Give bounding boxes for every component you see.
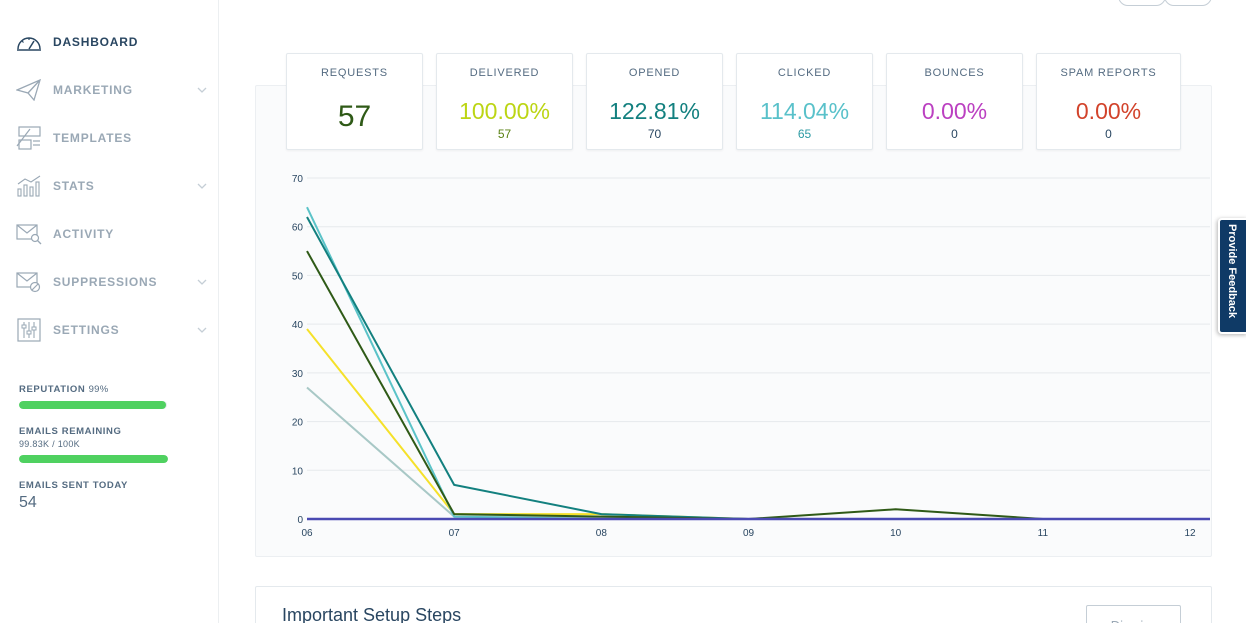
x-tick-label: 09 xyxy=(743,528,755,539)
provide-feedback-label: Provide Feedback xyxy=(1226,224,1238,319)
nav-item-templates[interactable]: TEMPLATES xyxy=(0,114,219,162)
stat-percentage: 0.00% xyxy=(921,98,988,124)
nav-label-settings: SETTINGS xyxy=(53,323,120,337)
series-line xyxy=(306,206,1190,520)
stat-card-clicked[interactable]: CLICKED 114.04% 65 xyxy=(736,53,873,150)
stat-card-opened[interactable]: OPENED 122.81% 70 xyxy=(586,53,723,150)
reputation-progress-bar xyxy=(19,401,167,409)
stat-value: 57 xyxy=(337,100,372,133)
reputation-progress-fill xyxy=(19,401,166,409)
header-toggle-button[interactable] xyxy=(1164,0,1212,6)
stat-card-spam-reports[interactable]: SPAM REPORTS 0.00% 0 xyxy=(1036,53,1181,150)
stat-percentage: 122.81% xyxy=(609,98,700,124)
emails-remaining-progress-bar xyxy=(19,455,168,463)
x-tick-label: 07 xyxy=(449,528,461,539)
chevron-down-icon[interactable] xyxy=(197,325,207,335)
y-tick-label: 20 xyxy=(292,418,304,429)
stat-percentage: 0.00% xyxy=(1075,98,1142,124)
series-line xyxy=(306,386,1190,520)
chevron-down-icon[interactable] xyxy=(197,85,207,95)
activity-search-icon xyxy=(16,222,42,246)
series-line xyxy=(306,216,1190,520)
emails-remaining-label: EMAILS REMAINING xyxy=(19,426,122,437)
y-tick-label: 50 xyxy=(292,271,304,282)
nav-label-activity: ACTIVITY xyxy=(53,227,115,241)
stats-chart-icon xyxy=(16,174,42,198)
chevron-down-icon[interactable] xyxy=(197,277,207,287)
nav-label-marketing: MARKETING xyxy=(53,83,133,97)
stat-count: 70 xyxy=(647,127,662,141)
y-tick-label: 70 xyxy=(292,174,304,185)
setup-steps-title: Important Setup Steps xyxy=(282,605,462,623)
reputation-label: REPUTATION xyxy=(19,384,86,395)
nav-item-settings[interactable]: SETTINGS xyxy=(0,306,219,354)
stat-label: DELIVERED xyxy=(469,67,540,79)
paper-plane-icon xyxy=(16,78,42,102)
reputation-value: 99% xyxy=(88,384,109,395)
stats-line-chart: 0 10 20 30 40 50 60 70 06 07 08 09 10 11 12 xyxy=(292,174,1210,539)
x-tick-label: 12 xyxy=(1184,528,1196,539)
stat-count: 57 xyxy=(497,127,512,141)
emails-remaining-progress-fill xyxy=(19,455,168,463)
stat-label: OPENED xyxy=(628,67,681,79)
stat-card-requests[interactable]: REQUESTS 57 xyxy=(286,53,423,150)
series-line xyxy=(306,250,1190,520)
nav-label-stats: STATS xyxy=(53,179,95,193)
suppressions-icon xyxy=(16,270,42,294)
stat-card-bounces[interactable]: BOUNCES 0.00% 0 xyxy=(886,53,1023,150)
x-tick-label: 06 xyxy=(301,528,313,539)
chevron-down-icon[interactable] xyxy=(197,181,207,191)
nav-item-activity[interactable]: ACTIVITY xyxy=(0,210,219,258)
stat-count: 65 xyxy=(797,127,812,141)
templates-icon xyxy=(16,126,42,150)
settings-sliders-icon xyxy=(16,318,42,342)
nav-item-marketing[interactable]: MARKETING xyxy=(0,66,219,114)
stat-label: SPAM REPORTS xyxy=(1060,67,1157,79)
y-tick-label: 40 xyxy=(292,320,304,331)
y-tick-label: 10 xyxy=(292,466,304,477)
emails-remaining-value: 99.83K / 100K xyxy=(19,439,80,449)
stat-card-delivered[interactable]: DELIVERED 100.00% 57 xyxy=(436,53,573,150)
emails-sent-today-label: EMAILS SENT TODAY xyxy=(19,480,128,491)
nav-item-stats[interactable]: STATS xyxy=(0,162,219,210)
nav-label-dashboard: DASHBOARD xyxy=(53,35,139,49)
stat-percentage: 100.00% xyxy=(459,98,550,124)
nav-label-suppressions: SUPPRESSIONS xyxy=(53,275,158,289)
emails-sent-today-value: 54 xyxy=(19,494,37,511)
y-tick-label: 60 xyxy=(292,223,304,234)
sidebar: DASHBOARD MARKETING TEMPLATES STATS ACTI… xyxy=(0,0,219,623)
stat-label: BOUNCES xyxy=(924,67,985,79)
nav-item-suppressions[interactable]: SUPPRESSIONS xyxy=(0,258,219,306)
stat-count: 0 xyxy=(1105,127,1112,141)
x-tick-label: 11 xyxy=(1038,528,1049,539)
x-tick-label: 08 xyxy=(596,528,608,539)
dismiss-button[interactable]: Dismiss xyxy=(1086,605,1181,623)
nav-item-dashboard[interactable]: DASHBOARD xyxy=(0,18,219,66)
stat-label: CLICKED xyxy=(777,67,832,79)
stat-label: REQUESTS xyxy=(321,67,388,79)
setup-steps-panel: Important Setup Steps Dismiss xyxy=(255,586,1212,623)
header-toggle-button[interactable] xyxy=(1118,0,1166,6)
dashboard-gauge-icon xyxy=(16,30,42,54)
nav-label-templates: TEMPLATES xyxy=(53,131,132,145)
stat-percentage: 114.04% xyxy=(759,98,850,124)
y-tick-label: 30 xyxy=(292,369,304,380)
provide-feedback-tab[interactable]: Provide Feedback xyxy=(1218,218,1246,334)
x-tick-label: 10 xyxy=(890,528,902,539)
stat-count: 0 xyxy=(951,127,958,141)
reputation-metric: REPUTATION 99% xyxy=(19,384,109,395)
series-line xyxy=(306,328,1190,520)
y-tick-label: 0 xyxy=(297,515,303,526)
